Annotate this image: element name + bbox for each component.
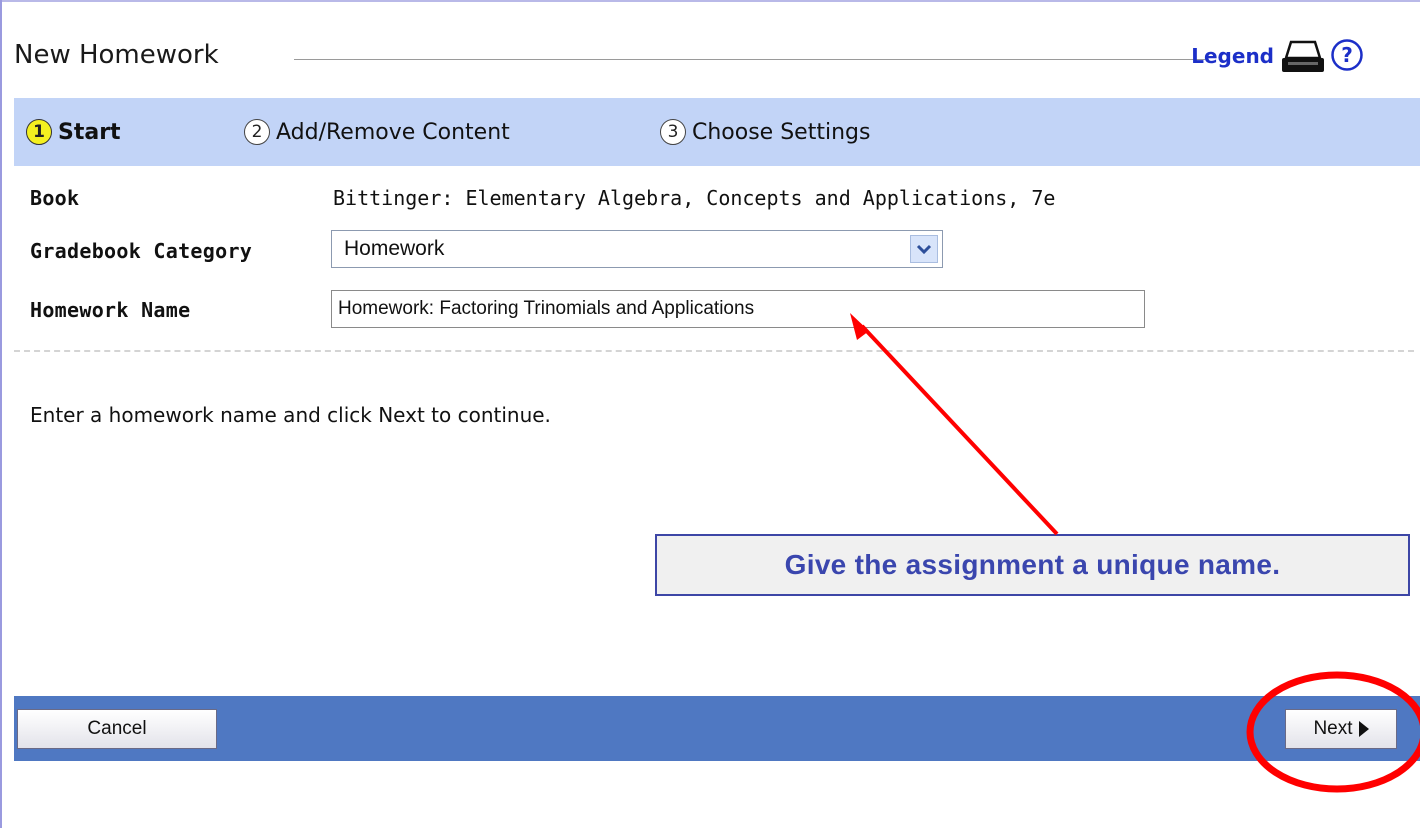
printer-icon[interactable]	[1280, 38, 1326, 76]
step-start[interactable]: 1 Start	[26, 115, 121, 149]
step-label: Choose Settings	[692, 119, 871, 145]
chevron-down-icon	[916, 244, 932, 255]
book-value: Bittinger: Elementary Algebra, Concepts …	[333, 186, 1056, 210]
instruction-text: Enter a homework name and click Next to …	[30, 403, 551, 427]
selected-category: Homework	[344, 237, 445, 260]
legend-link[interactable]: Legend	[1191, 44, 1274, 68]
page-title: New Homework	[14, 40, 229, 70]
step-number-badge: 3	[660, 119, 686, 145]
step-label: Start	[58, 119, 121, 145]
dropdown-button[interactable]	[910, 235, 938, 263]
homework-name-label: Homework Name	[30, 298, 191, 322]
step-label: Add/Remove Content	[276, 119, 510, 145]
help-icon[interactable]: ?	[1330, 38, 1364, 72]
step-number-badge: 1	[26, 119, 52, 145]
gradebook-category-label: Gradebook Category	[30, 239, 253, 263]
section-divider	[14, 350, 1414, 352]
cancel-button[interactable]: Cancel	[17, 709, 217, 749]
homework-name-input[interactable]	[331, 290, 1145, 328]
annotation-callout: Give the assignment a unique name.	[655, 534, 1410, 596]
window-top-border	[0, 0, 1420, 2]
svg-text:?: ?	[1341, 43, 1353, 67]
title-row: New Homework Legend ?	[14, 38, 1420, 84]
gradebook-category-select[interactable]: Homework	[331, 230, 943, 268]
step-add-remove-content[interactable]: 2 Add/Remove Content	[244, 115, 510, 149]
book-label: Book	[30, 186, 80, 210]
cancel-button-label: Cancel	[87, 718, 147, 739]
footer-bar	[14, 696, 1420, 761]
play-arrow-icon	[1358, 721, 1369, 737]
wizard-steps-bar: 1 Start 2 Add/Remove Content 3 Choose Se…	[14, 98, 1420, 166]
window-left-border	[0, 0, 2, 828]
next-button[interactable]: Next	[1285, 709, 1397, 749]
step-number-badge: 2	[244, 119, 270, 145]
next-button-label: Next	[1313, 718, 1353, 739]
title-divider	[294, 59, 1205, 60]
annotation-arrow-line	[860, 324, 1059, 536]
step-choose-settings[interactable]: 3 Choose Settings	[660, 115, 870, 149]
